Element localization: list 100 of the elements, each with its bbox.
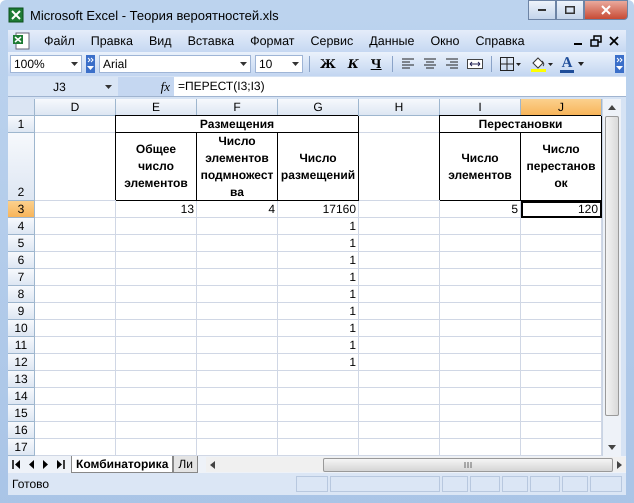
menu-item[interactable]: Окно <box>422 34 468 48</box>
close-icon[interactable] <box>608 35 620 47</box>
minimize-icon <box>538 9 546 11</box>
grip-icon <box>462 462 473 468</box>
workbook-icon[interactable] <box>12 32 32 50</box>
scroll-right-icon[interactable] <box>617 460 622 468</box>
restore-icon[interactable] <box>590 35 602 47</box>
row-header[interactable]: 13 <box>8 371 35 388</box>
sheet-tab[interactable]: Ли <box>173 456 198 473</box>
menu-item[interactable]: Формат <box>242 34 302 48</box>
row-header[interactable]: 14 <box>8 388 35 405</box>
row-header[interactable]: 6 <box>8 252 35 269</box>
row-header[interactable]: 9 <box>8 303 35 320</box>
row-header[interactable]: 16 <box>8 422 35 439</box>
status-panel <box>470 476 500 492</box>
table-cell: 1 <box>278 286 359 303</box>
table-cell: 1 <box>278 218 359 235</box>
minimize-button[interactable] <box>528 0 556 20</box>
row-header[interactable]: 1 <box>8 116 35 133</box>
caret-icon[interactable] <box>578 62 584 66</box>
column-header[interactable]: D <box>35 99 116 116</box>
table-cell: 4 <box>197 201 278 218</box>
column-header[interactable]: I <box>440 99 521 116</box>
table-cell: 1 <box>278 235 359 252</box>
column-header[interactable]: E <box>116 99 197 116</box>
scroll-up-icon[interactable] <box>608 105 616 110</box>
toolbar-options-icon[interactable] <box>86 55 95 73</box>
zoom-dropdown[interactable]: 100% <box>10 55 82 73</box>
status-panel <box>502 476 528 492</box>
merge-center-icon[interactable] <box>466 58 483 70</box>
status-text: Готово <box>12 477 50 491</box>
column-header[interactable]: J <box>521 99 602 116</box>
table-cell: 5 <box>440 201 521 218</box>
vertical-scrollbar[interactable] <box>602 99 621 456</box>
align-right-icon[interactable] <box>444 58 459 70</box>
close-icon <box>601 5 611 15</box>
menu-item[interactable]: Сервис <box>302 34 362 48</box>
insert-function-button[interactable]: fx <box>160 78 170 94</box>
menu-item[interactable]: Файл <box>36 34 83 48</box>
font-size-dropdown[interactable]: 10 <box>255 55 303 73</box>
menu-item[interactable]: Справка <box>468 34 533 48</box>
close-button[interactable] <box>584 0 628 20</box>
first-sheet-icon[interactable] <box>12 460 21 469</box>
formula-field[interactable]: =ПЕРЕСТ(I3;I3) <box>174 77 626 96</box>
scrollbar-thumb[interactable] <box>322 458 613 472</box>
status-panel <box>562 476 588 492</box>
horizontal-scrollbar[interactable] <box>206 457 626 472</box>
status-panel <box>442 476 468 492</box>
last-sheet-icon[interactable] <box>56 460 65 469</box>
row-header[interactable]: 4 <box>8 218 35 235</box>
caret-icon <box>105 84 112 88</box>
spreadsheet-app-icon <box>8 7 24 23</box>
row-header[interactable]: 12 <box>8 354 35 371</box>
table-cell: 120 <box>521 201 602 218</box>
caret-icon <box>71 62 78 66</box>
row-header[interactable]: 7 <box>8 269 35 286</box>
status-panel <box>296 476 328 492</box>
scrollbar-thumb[interactable] <box>605 116 619 416</box>
column-header[interactable]: F <box>197 99 278 116</box>
maximize-button[interactable] <box>556 0 584 20</box>
table-cell: 1 <box>278 354 359 371</box>
maximize-icon <box>565 6 575 14</box>
menu-item[interactable]: Правка <box>82 34 141 48</box>
fill-color-icon[interactable] <box>530 56 554 72</box>
row-header[interactable]: 10 <box>8 320 35 337</box>
header-cell: Размещения <box>116 116 359 133</box>
scroll-down-icon[interactable] <box>608 445 616 450</box>
menu-item[interactable]: Вид <box>140 34 180 48</box>
row-header[interactable]: 5 <box>8 235 35 252</box>
row-header[interactable]: 17 <box>8 439 35 456</box>
scroll-left-icon[interactable] <box>210 460 215 468</box>
font-color-button[interactable]: A <box>560 55 574 73</box>
header-cell: Число размещений <box>278 133 359 201</box>
sheet-tab[interactable]: Комбинаторика <box>71 456 174 473</box>
align-center-icon[interactable] <box>422 58 437 70</box>
caret-icon <box>240 62 247 66</box>
row-header[interactable]: 2 <box>8 133 35 201</box>
column-header[interactable]: G <box>278 99 359 116</box>
row-header[interactable]: 8 <box>8 286 35 303</box>
borders-icon[interactable] <box>500 57 522 71</box>
toolbar-options-icon[interactable] <box>615 55 624 73</box>
column-header[interactable]: H <box>359 99 440 116</box>
font-dropdown[interactable]: Arial <box>99 55 251 73</box>
table-cell: 1 <box>278 320 359 337</box>
row-header[interactable]: 3 <box>8 201 35 218</box>
italic-button[interactable]: К <box>344 54 363 74</box>
menu-item[interactable]: Вставка <box>180 34 242 48</box>
name-box[interactable]: J3 <box>8 77 118 96</box>
next-sheet-icon[interactable] <box>42 460 49 469</box>
bold-button[interactable]: Ж <box>316 54 340 74</box>
row-header[interactable]: 11 <box>8 337 35 354</box>
previous-sheet-icon[interactable] <box>28 460 35 469</box>
row-header[interactable]: 15 <box>8 405 35 422</box>
table-cell: 13 <box>116 201 197 218</box>
menu-item[interactable]: Данные <box>361 34 422 48</box>
status-panel <box>530 476 560 492</box>
header-cell: Общее число элементов <box>116 133 197 201</box>
align-left-icon[interactable] <box>400 58 415 70</box>
header-cell: Число перестановок <box>521 133 602 201</box>
underline-button[interactable]: Ч <box>366 54 386 74</box>
